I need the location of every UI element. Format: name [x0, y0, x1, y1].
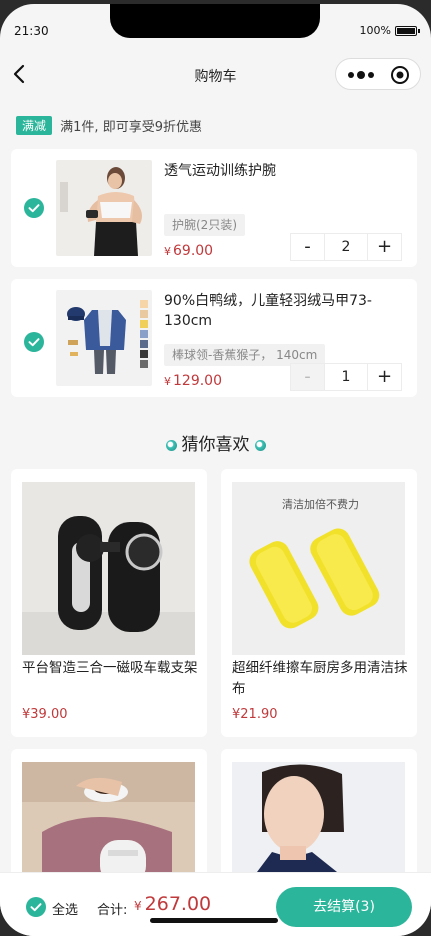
- image-caption: 清洁加倍不费力: [282, 497, 359, 511]
- recommend-card[interactable]: [221, 749, 417, 889]
- recommend-title: 超细纤维擦车厨房多用清洁抹布: [232, 660, 408, 697]
- currency-symbol: ¥: [164, 245, 171, 258]
- bullet-dot-icon: [254, 439, 266, 451]
- price-value: 69.00: [173, 243, 214, 259]
- quantity-stepper: - 2 +: [290, 233, 402, 261]
- more-icon[interactable]: [346, 67, 376, 83]
- recommend-price: ¥39.00: [22, 707, 68, 722]
- checkout-bar: 全选 合计: ¥267.00 去结算(3): [0, 872, 431, 936]
- total-price: ¥267.00: [134, 893, 211, 915]
- product-title[interactable]: 90%白鸭绒，儿童轻羽绒马甲73-130cm: [164, 291, 384, 331]
- check-icon[interactable]: [24, 332, 44, 352]
- recommend-image: [22, 482, 195, 655]
- massager-photo: [22, 762, 195, 889]
- currency-symbol: ¥: [134, 899, 142, 913]
- select-all-check-icon[interactable]: [26, 897, 46, 917]
- notch: [110, 4, 320, 38]
- product-image[interactable]: [56, 160, 152, 256]
- price-value: 129.00: [173, 373, 222, 389]
- total-label: 合计:: [97, 903, 128, 918]
- decrease-button[interactable]: -: [291, 364, 325, 390]
- product-image[interactable]: [56, 290, 152, 386]
- increase-button[interactable]: +: [367, 364, 401, 390]
- recommend-card[interactable]: 平台智造三合一磁吸车载支架 ¥39.00: [11, 469, 207, 737]
- phone-screen: 21:30 100% 购物车 满减 满1件, 即可享受9折优惠 透气运动训练护腕…: [0, 4, 431, 936]
- recommend-price: ¥21.90: [232, 707, 278, 722]
- item-price: ¥69.00: [164, 243, 213, 259]
- recommend-card[interactable]: [11, 749, 207, 889]
- cart-item: 透气运动训练护腕 护腕(2只装) ¥69.00 - 2 +: [11, 149, 417, 267]
- battery-percent: 100%: [359, 24, 391, 37]
- recommend-image: 清洁加倍不费力: [232, 482, 405, 655]
- recommend-title: 猜你喜欢: [181, 435, 250, 455]
- quantity-value[interactable]: 2: [325, 234, 367, 260]
- product-title[interactable]: 透气运动训练护腕: [164, 161, 384, 181]
- select-all-label[interactable]: 全选: [52, 899, 78, 918]
- recommend-heading: 猜你喜欢: [0, 430, 431, 455]
- promo-banner: 满减 满1件, 即可享受9折优惠: [16, 116, 202, 136]
- car-mount-photo: [22, 482, 195, 655]
- quantity-value[interactable]: 1: [325, 364, 367, 390]
- currency-symbol: ¥: [164, 375, 171, 388]
- wristband-photo: [56, 160, 152, 256]
- close-program-icon[interactable]: [390, 65, 410, 85]
- battery-icon: [395, 26, 420, 36]
- portrait-photo: [232, 762, 405, 889]
- promo-tag: 满减: [16, 116, 53, 135]
- cart-item: 90%白鸭绒，儿童轻羽绒马甲73-130cm 棒球领-香蕉猴子， 140cm ¥…: [11, 279, 417, 397]
- spec-chip[interactable]: 护腕(2只装): [164, 214, 245, 236]
- home-indicator: [150, 918, 278, 923]
- nav-bar: 购物车: [0, 52, 431, 96]
- check-icon[interactable]: [24, 198, 44, 218]
- cloth-photo: 清洁加倍不费力: [232, 482, 405, 655]
- promo-text: 满1件, 即可享受9折优惠: [60, 120, 202, 135]
- total-value: 267.00: [144, 893, 212, 915]
- recommend-image: [22, 762, 195, 889]
- checkout-button[interactable]: 去结算(3): [276, 887, 412, 927]
- vest-photo: [56, 290, 152, 386]
- quantity-stepper: - 1 +: [290, 363, 402, 391]
- bullet-dot-icon: [165, 439, 177, 451]
- status-time: 21:30: [14, 24, 49, 38]
- recommend-image: [232, 762, 405, 889]
- decrease-button[interactable]: -: [291, 234, 325, 260]
- recommend-card[interactable]: 清洁加倍不费力 超细纤维擦车厨房多用清洁抹布 ¥21.90: [221, 469, 417, 737]
- recommend-title: 平台智造三合一磁吸车载支架: [22, 660, 198, 676]
- mini-program-capsule: [335, 58, 421, 90]
- increase-button[interactable]: +: [367, 234, 401, 260]
- item-price: ¥129.00: [164, 373, 222, 389]
